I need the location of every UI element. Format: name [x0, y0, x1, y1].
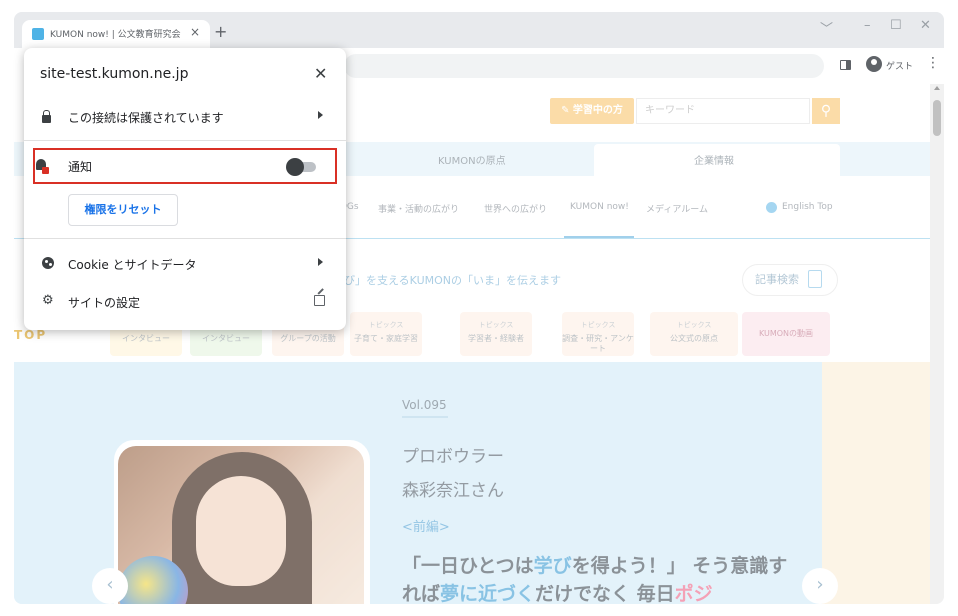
side-panel-icon[interactable] — [840, 60, 851, 70]
cookie-label: Cookie とサイトデータ — [68, 258, 197, 272]
tab-search-icon[interactable]: ﹀ — [820, 18, 833, 37]
kumon-favicon-icon — [32, 28, 44, 40]
minimize-button[interactable]: – — [864, 18, 871, 33]
divider — [24, 238, 346, 239]
site-settings-row[interactable]: ⚙ サイトの設定 — [24, 285, 346, 319]
blocked-badge-icon — [42, 167, 49, 174]
scrollbar[interactable] — [930, 84, 944, 604]
chevron-right-icon — [318, 258, 323, 266]
scroll-thumb[interactable] — [933, 100, 941, 136]
site-info-popup: site-test.kumon.ne.jp ✕ この接続は保護されています 通知… — [24, 48, 346, 330]
tab-title: KUMON now! | 公文教育研究会 — [50, 30, 181, 40]
maximize-button[interactable]: ☐ — [890, 18, 902, 33]
open-external-icon — [314, 295, 325, 306]
tab-strip: KUMON now! | 公文教育研究会 × + ﹀ – ☐ ✕ — [14, 12, 944, 48]
notification-label: 通知 — [68, 160, 93, 174]
notification-row[interactable]: 通知 — [24, 149, 346, 183]
scroll-up-icon[interactable] — [934, 86, 940, 90]
cookie-icon — [42, 257, 54, 269]
connection-secure-row[interactable]: この接続は保護されています — [24, 100, 346, 134]
browser-tab[interactable]: KUMON now! | 公文教育研究会 × — [22, 20, 210, 48]
reset-permissions-button[interactable]: 権限をリセット — [68, 194, 178, 226]
new-tab-button[interactable]: + — [214, 22, 227, 41]
profile-icon[interactable] — [866, 56, 882, 72]
close-icon[interactable]: ✕ — [314, 64, 327, 83]
close-window-button[interactable]: ✕ — [920, 18, 931, 33]
cookie-row[interactable]: Cookie とサイトデータ — [24, 247, 346, 281]
profile-label[interactable]: ゲスト — [886, 59, 913, 72]
tab-close-icon[interactable]: × — [190, 25, 200, 39]
menu-icon[interactable]: ⋮ — [926, 55, 940, 71]
site-host: site-test.kumon.ne.jp — [40, 66, 189, 82]
chevron-right-icon — [318, 111, 323, 119]
address-bar[interactable] — [344, 54, 824, 78]
site-settings-label: サイトの設定 — [68, 296, 141, 310]
gear-icon: ⚙ — [42, 293, 54, 308]
connection-label: この接続は保護されています — [68, 111, 224, 125]
toggle-knob[interactable] — [286, 158, 304, 176]
divider — [24, 140, 346, 141]
lock-icon — [42, 110, 51, 123]
